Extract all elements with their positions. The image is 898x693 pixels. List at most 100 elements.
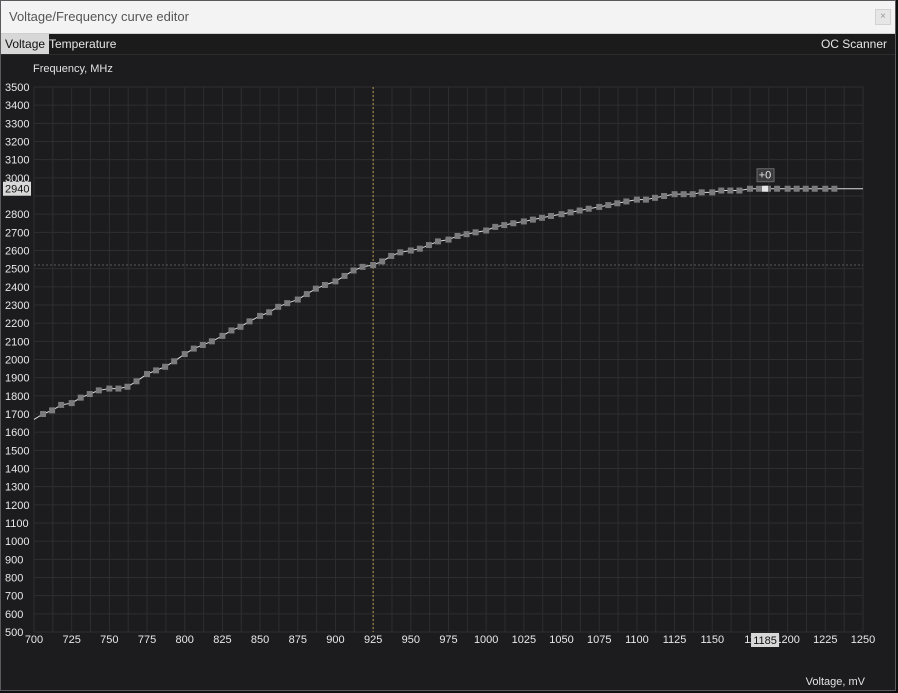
curve-point[interactable]	[115, 385, 122, 392]
curve-point[interactable]	[257, 312, 264, 319]
curve-point[interactable]	[407, 247, 414, 254]
curve-point[interactable]	[492, 223, 499, 230]
curve-panel: 500 600 700 800 900 1000 1100 1200 1300 1400 1500 1…	[1, 55, 895, 690]
curve-point[interactable]	[651, 194, 658, 201]
curve-point[interactable]	[49, 407, 56, 414]
close-icon: ×	[880, 11, 886, 22]
curve-point[interactable]	[567, 209, 574, 216]
curve-point[interactable]	[124, 383, 131, 390]
curve-point[interactable]	[463, 231, 470, 238]
curve-point[interactable]	[822, 185, 829, 192]
curve-point[interactable]	[153, 367, 160, 374]
curve-point[interactable]	[86, 391, 93, 398]
curve-point[interactable]	[266, 309, 273, 316]
x-tick-label: 1100	[625, 634, 649, 646]
selected-curve-point[interactable]	[762, 185, 769, 192]
curve-point[interactable]	[228, 327, 235, 334]
window-title: Voltage/Frequency curve editor	[9, 9, 189, 24]
curve-point[interactable]	[718, 187, 725, 194]
curve-point[interactable]	[219, 332, 226, 339]
curve-point[interactable]	[596, 203, 603, 210]
curve-point[interactable]	[774, 185, 781, 192]
curve-point[interactable]	[727, 187, 734, 194]
tab-temperature[interactable]: Temperature	[45, 34, 120, 54]
curve-point[interactable]	[379, 258, 386, 265]
curve-point[interactable]	[199, 341, 206, 348]
curve-point[interactable]	[312, 285, 319, 292]
curve-point[interactable]	[416, 245, 423, 252]
curve-point[interactable]	[802, 185, 809, 192]
curve-point[interactable]	[181, 351, 188, 358]
curve-point[interactable]	[558, 211, 565, 218]
curve-point[interactable]	[95, 387, 102, 394]
curve-point[interactable]	[434, 238, 441, 245]
curve-point[interactable]	[190, 345, 197, 352]
curve-point[interactable]	[77, 394, 84, 401]
curve-point[interactable]	[689, 191, 696, 198]
y-tick-label: 600	[5, 609, 23, 621]
curve-point[interactable]	[341, 272, 348, 279]
curve-point[interactable]	[370, 262, 377, 269]
curve-point[interactable]	[614, 200, 621, 207]
curve-point[interactable]	[388, 252, 395, 259]
y-tick-label: 2800	[5, 209, 29, 221]
curve-point[interactable]	[642, 196, 649, 203]
curve-point[interactable]	[501, 222, 508, 229]
curve-point[interactable]	[529, 216, 536, 223]
tab-voltage[interactable]: Voltage	[1, 34, 50, 54]
curve-point[interactable]	[454, 232, 461, 239]
curve-point[interactable]	[793, 185, 800, 192]
x-tick-label: 875	[289, 634, 307, 646]
curve-point[interactable]	[284, 300, 291, 307]
curve-point[interactable]	[237, 323, 244, 330]
curve-point[interactable]	[510, 220, 517, 227]
curve-point[interactable]	[58, 401, 65, 408]
curve-point[interactable]	[547, 212, 554, 219]
curve-point[interactable]	[144, 371, 151, 378]
curve-point[interactable]	[633, 196, 640, 203]
curve-point[interactable]	[40, 411, 47, 417]
y-tick-label: 1700	[5, 409, 29, 421]
curve-point[interactable]	[445, 236, 452, 243]
curve-point[interactable]	[585, 205, 592, 212]
curve-point[interactable]	[162, 363, 169, 370]
curve-point[interactable]	[208, 338, 215, 345]
curve-point[interactable]	[246, 318, 253, 325]
curve-point[interactable]	[680, 191, 687, 198]
curve-point[interactable]	[784, 185, 791, 192]
curve-point[interactable]	[425, 242, 432, 249]
curve-point[interactable]	[755, 185, 762, 192]
curve-point[interactable]	[332, 278, 339, 285]
curve-point[interactable]	[671, 191, 678, 198]
curve-point[interactable]	[709, 189, 716, 196]
curve-point[interactable]	[831, 185, 838, 192]
curve-point[interactable]	[106, 385, 113, 392]
curve-point[interactable]	[397, 249, 404, 256]
oc-scanner-button[interactable]: OC Scanner	[817, 34, 891, 54]
curve-point[interactable]	[303, 291, 310, 298]
curve-point[interactable]	[294, 296, 301, 303]
vf-curve-chart[interactable]: 500 600 700 800 900 1000 1100 1200 1300 1400 1500 1…	[1, 55, 895, 690]
title-bar[interactable]: Voltage/Frequency curve editor ×	[1, 1, 895, 34]
curve-point[interactable]	[171, 358, 178, 365]
curve-point[interactable]	[275, 303, 282, 310]
curve-point[interactable]	[520, 218, 527, 225]
curve-point[interactable]	[68, 400, 75, 407]
curve-point[interactable]	[472, 229, 479, 236]
curve-point[interactable]	[605, 202, 612, 209]
curve-point[interactable]	[811, 185, 818, 192]
curve-point[interactable]	[623, 198, 630, 205]
curve-point[interactable]	[746, 185, 753, 192]
curve-point[interactable]	[698, 189, 705, 196]
curve-point[interactable]	[576, 207, 583, 214]
curve-point[interactable]	[661, 193, 668, 199]
curve-point[interactable]	[538, 214, 545, 221]
curve-point[interactable]	[133, 378, 140, 385]
curve-point[interactable]	[350, 267, 357, 274]
curve-point[interactable]	[321, 282, 328, 289]
curve-point[interactable]	[483, 227, 490, 234]
close-button[interactable]: ×	[875, 9, 891, 25]
curve-point[interactable]	[359, 263, 366, 270]
curve-point[interactable]	[736, 187, 743, 194]
y-tick-label: 2000	[5, 355, 29, 367]
